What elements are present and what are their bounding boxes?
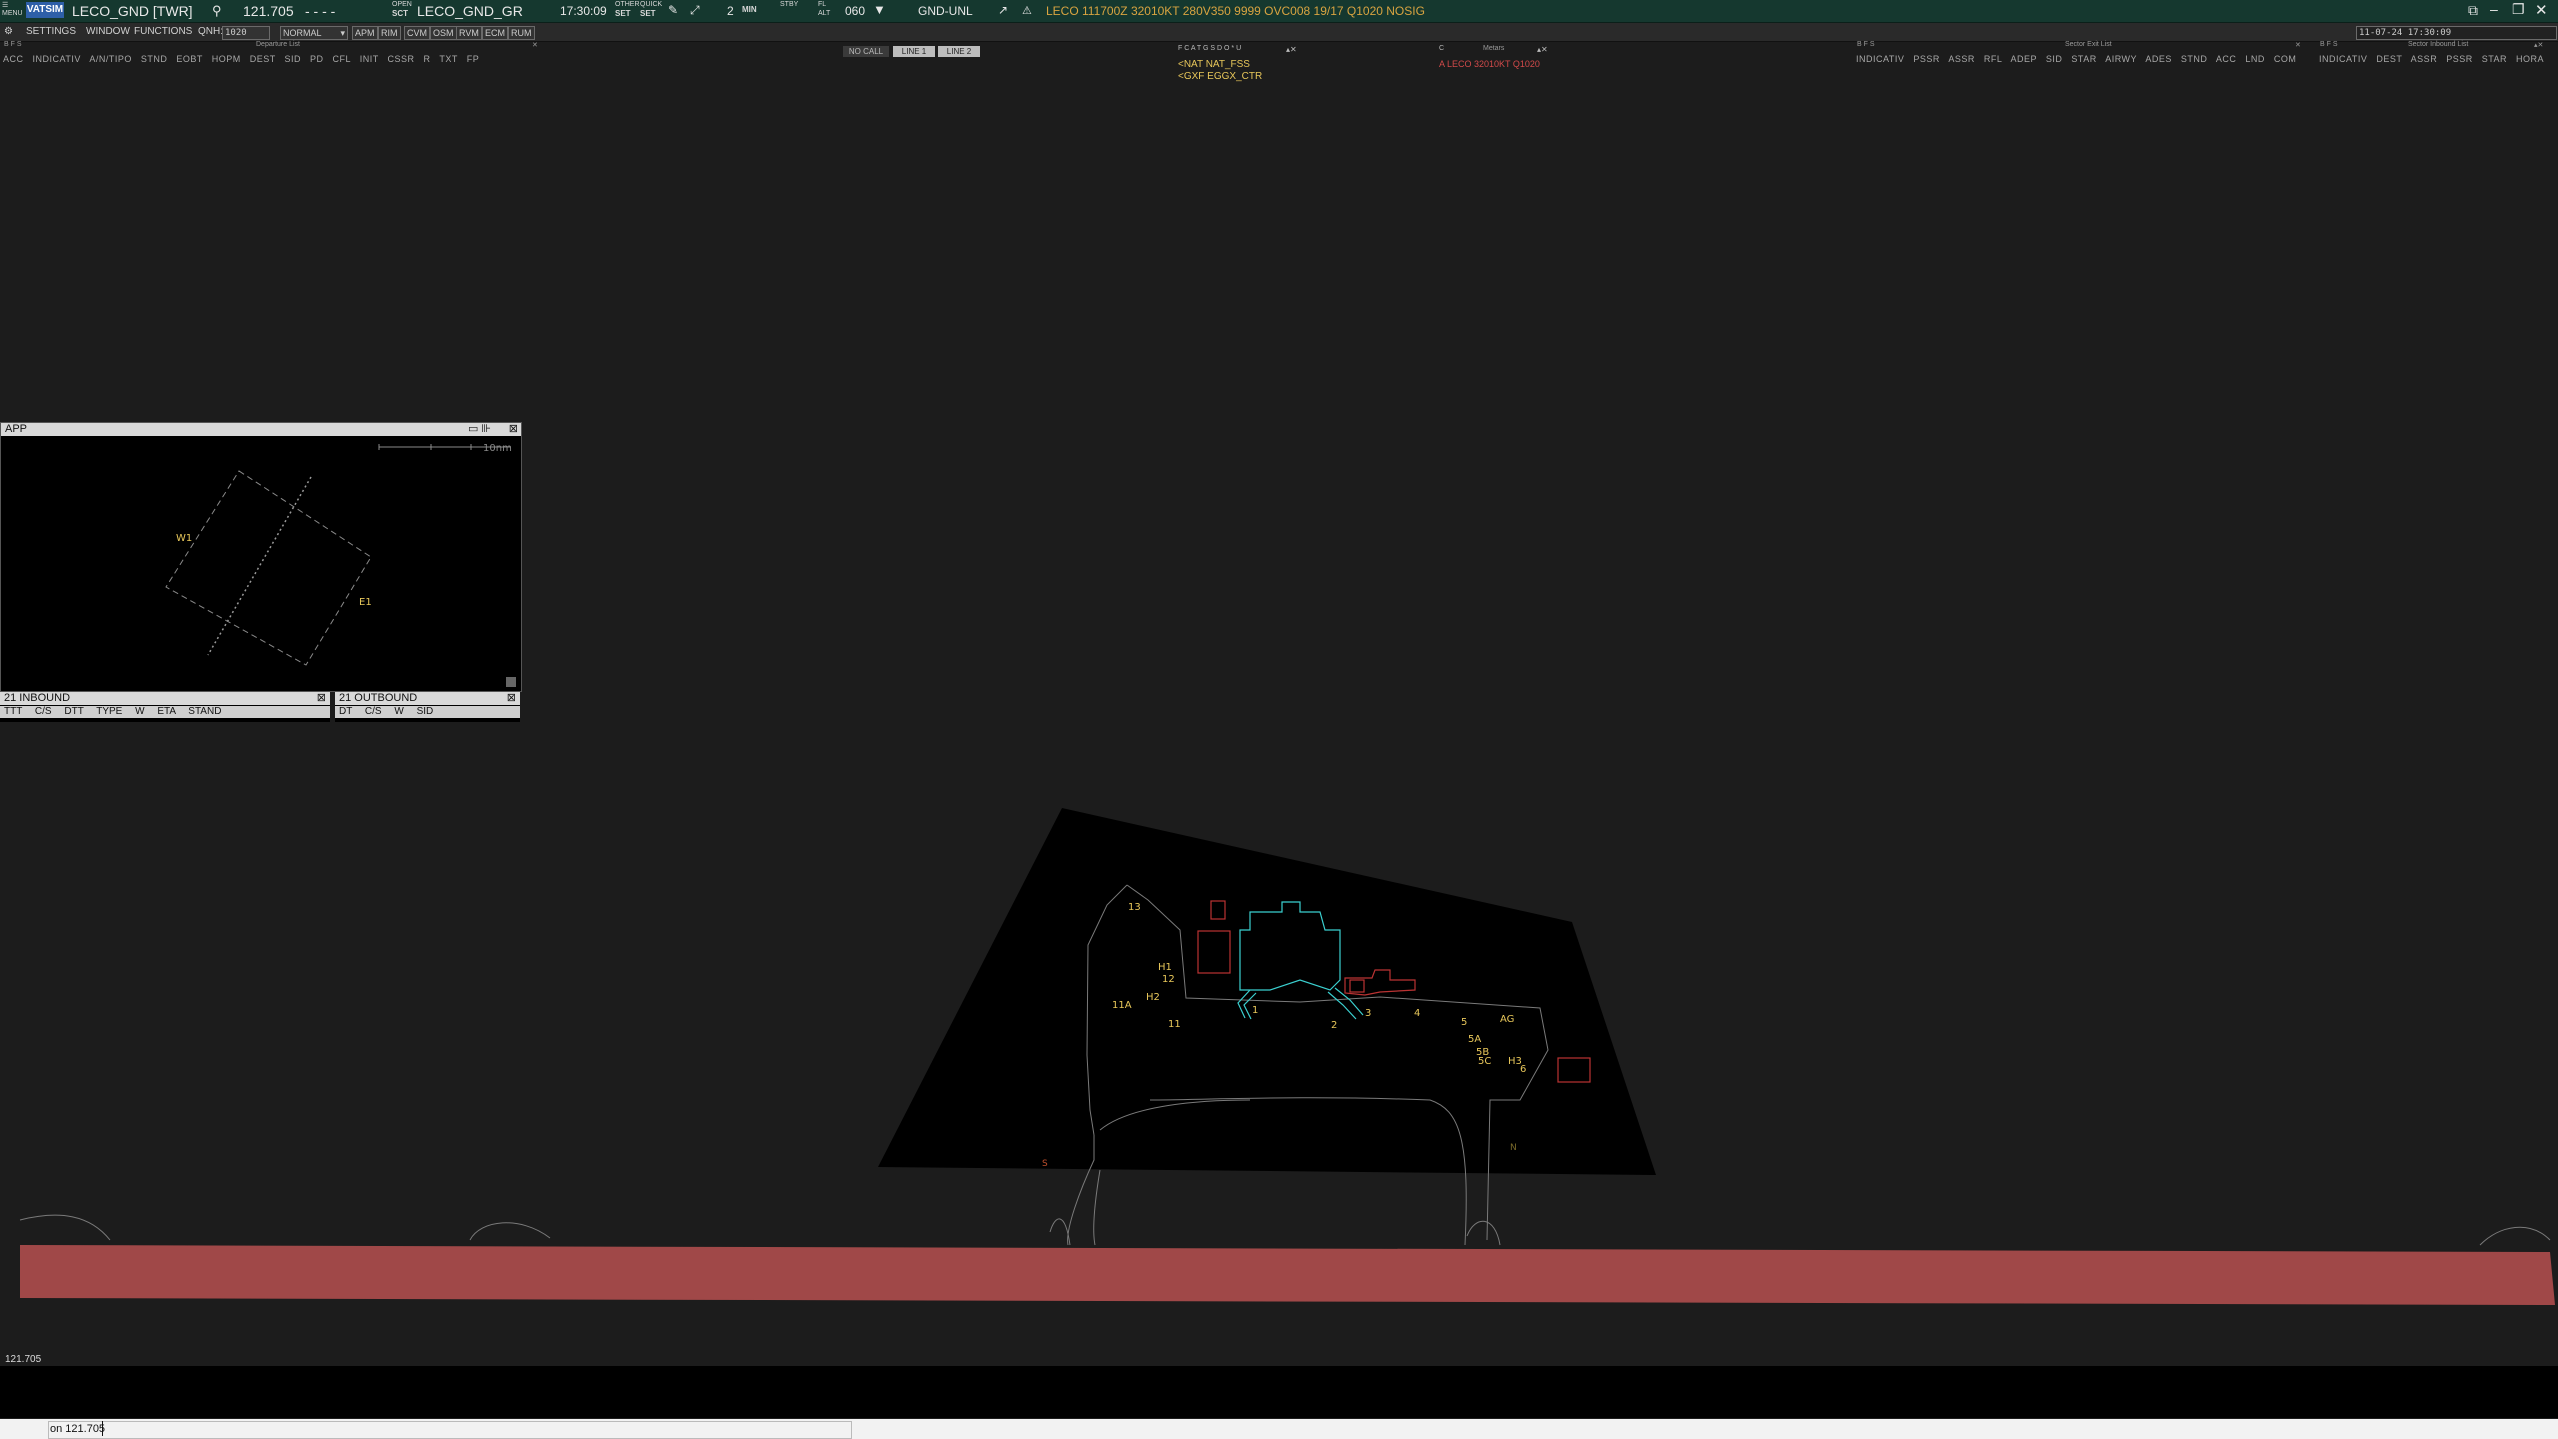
taxiway-outline — [19, 1214, 111, 1241]
taxiway-outline — [1466, 1220, 1501, 1246]
active-frequency-label: 121.705 — [5, 1354, 42, 1365]
command-input[interactable]: on 121.705 — [50, 1423, 105, 1435]
apron-area — [878, 808, 1656, 1175]
text-caret — [102, 1421, 103, 1436]
ground-radar-map[interactable] — [0, 0, 2558, 1439]
taxiway-outline — [2479, 1226, 2551, 1246]
command-input-box[interactable] — [48, 1421, 852, 1439]
taxiway-outline — [469, 1222, 551, 1241]
runway-strip — [20, 1245, 2555, 1305]
message-area — [0, 1366, 2558, 1418]
taxiway-outline — [1093, 1169, 1101, 1246]
taxiway-outline — [1049, 1218, 1071, 1246]
